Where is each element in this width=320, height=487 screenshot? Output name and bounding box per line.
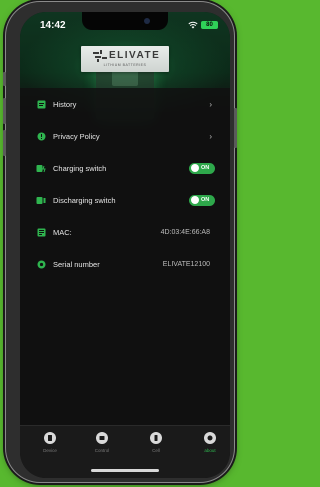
menu-item-discharging-switch: Discharging switch ON (20, 184, 230, 216)
menu-item-label: Discharging switch (53, 195, 116, 205)
menu-item-label: Privacy Policy (53, 131, 100, 141)
home-indicator[interactable] (91, 469, 159, 472)
privacy-icon (36, 131, 46, 141)
discharging-icon (36, 195, 46, 205)
volume-down-button (3, 130, 6, 156)
logo-mark-icon (93, 50, 107, 62)
menu-item-label: MAC: (53, 227, 72, 237)
front-camera (144, 18, 150, 24)
bottom-tab-bar: Device Control Cell about (20, 425, 230, 478)
power-button (234, 108, 237, 148)
toggle-state: ON (201, 197, 210, 203)
status-bar: 14:42 80 (20, 12, 230, 38)
mac-address-icon (36, 227, 46, 237)
menu-item-history[interactable]: History › (20, 88, 230, 120)
toggle-knob (191, 196, 199, 204)
menu-item-label: Charging switch (53, 163, 107, 173)
toggle-knob (191, 164, 199, 172)
mac-value: 4D:03:4E:66:A8 (160, 228, 210, 236)
app-screen: 14:42 80 ELIVATE LITHIUM BATTERIES Histo… (20, 12, 230, 478)
settings-menu: History › Privacy Policy › Charging swit… (20, 88, 230, 280)
discharging-toggle[interactable]: ON (189, 194, 215, 206)
tab-label: Device (43, 448, 57, 453)
tab-about[interactable]: about (190, 432, 230, 453)
status-time: 14:42 (40, 20, 66, 31)
brand-logo: ELIVATE LITHIUM BATTERIES (81, 46, 169, 72)
chevron-right-icon: › (209, 99, 212, 109)
menu-item-serial-number: Serial number ELIVATE12100 (20, 248, 230, 280)
chevron-right-icon: › (209, 131, 212, 141)
notch (82, 12, 168, 30)
about-icon (204, 432, 216, 444)
menu-item-privacy-policy[interactable]: Privacy Policy › (20, 120, 230, 152)
tab-label: about (204, 448, 216, 453)
charging-icon (36, 163, 46, 173)
phone-frame: 14:42 80 ELIVATE LITHIUM BATTERIES Histo… (3, 2, 237, 482)
brand-tagline: LITHIUM BATTERIES (103, 63, 147, 67)
menu-item-charging-switch: Charging switch ON (20, 152, 230, 184)
control-icon (96, 432, 108, 444)
brand-name: ELIVATE (109, 50, 161, 61)
tab-label: Cell (152, 448, 160, 453)
history-icon (36, 99, 46, 109)
tab-cell[interactable]: Cell (136, 432, 176, 453)
menu-item-label: History (53, 99, 77, 109)
charging-toggle[interactable]: ON (189, 162, 215, 174)
serial-number-icon (36, 259, 46, 269)
tab-device[interactable]: Device (30, 432, 70, 453)
battery-icon: 80 (201, 21, 218, 29)
wifi-icon (188, 21, 198, 29)
device-icon (44, 432, 56, 444)
volume-up-button (3, 98, 6, 124)
menu-item-mac: MAC: 4D:03:4E:66:A8 (20, 216, 230, 248)
status-indicators: 80 (188, 21, 218, 29)
mute-switch (3, 72, 6, 86)
menu-item-label: Serial number (53, 259, 100, 269)
tab-label: Control (94, 448, 110, 453)
serial-value: ELIVATE12100 (162, 260, 210, 268)
cell-icon (150, 432, 162, 444)
tab-control[interactable]: Control (82, 432, 122, 453)
toggle-state: ON (201, 165, 210, 171)
